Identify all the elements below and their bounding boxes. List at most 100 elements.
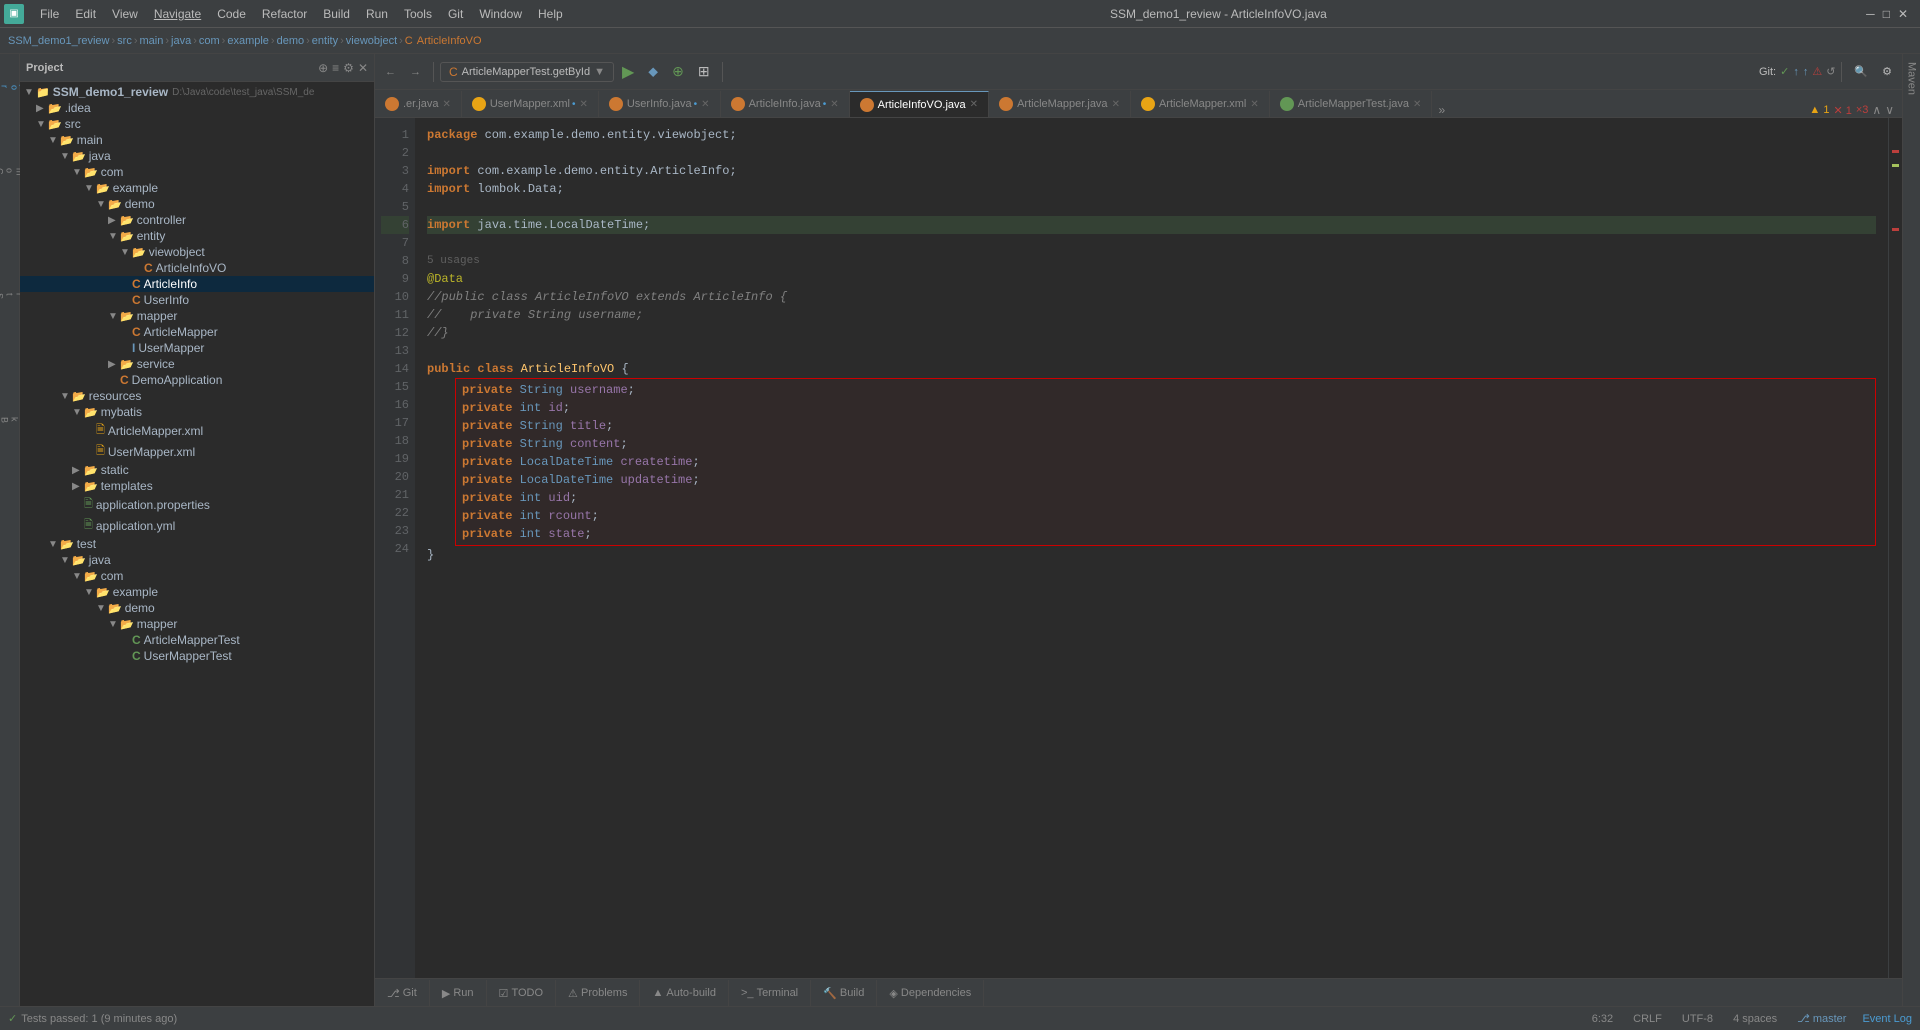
tree-demo[interactable]: ▼ 📂 demo: [20, 196, 374, 212]
coverage-button[interactable]: ⊕: [666, 60, 690, 83]
tab-close-articleinfo[interactable]: ✕: [830, 99, 838, 110]
git-warn-icon[interactable]: ⚠: [1812, 65, 1822, 78]
btab-terminal[interactable]: >_ Terminal: [729, 980, 811, 1006]
tab-close-articlemapper-java[interactable]: ✕: [1112, 99, 1120, 110]
tree-demo-application[interactable]: C DemoApplication: [20, 372, 374, 388]
menu-help[interactable]: Help: [530, 5, 571, 23]
statusbar-indent[interactable]: 4 spaces: [1729, 1013, 1781, 1025]
project-icon[interactable]: Proj: [1, 58, 19, 118]
tree-user-mapper-xml[interactable]: 🗎 UserMapper.xml: [20, 441, 374, 462]
profile-button[interactable]: ⊞: [692, 60, 716, 83]
tree-controller[interactable]: ▶ 📂 controller: [20, 212, 374, 228]
commit-icon[interactable]: Com: [1, 142, 19, 202]
tree-mapper[interactable]: ▼ 📂 mapper: [20, 308, 374, 324]
tab-usermapper-xml[interactable]: UserMapper.xml • ✕: [462, 91, 599, 117]
tree-java-test[interactable]: ▼ 📂 java: [20, 552, 374, 568]
tree-static[interactable]: ▶ 📂 static: [20, 462, 374, 478]
tab-close-articlemapper-xml[interactable]: ✕: [1250, 99, 1258, 110]
btab-auto-build[interactable]: ▲ Auto-build: [640, 980, 729, 1006]
git-up-icon[interactable]: ↑: [1793, 66, 1799, 78]
warnings-collapse[interactable]: ∨: [1885, 103, 1894, 117]
menu-file[interactable]: File: [32, 5, 67, 23]
tree-resources[interactable]: ▼ 📂 resources: [20, 388, 374, 404]
breadcrumb-entity[interactable]: entity: [312, 35, 338, 47]
breadcrumb-example[interactable]: example: [227, 35, 269, 47]
tab-articlemappertest-java[interactable]: ArticleMapperTest.java ✕: [1270, 91, 1433, 117]
warnings-expand[interactable]: ∧: [1872, 103, 1881, 117]
menu-run[interactable]: Run: [358, 5, 396, 23]
tree-service[interactable]: ▶ 📂 service: [20, 356, 374, 372]
git-undo-icon[interactable]: ↺: [1826, 65, 1835, 78]
statusbar-position[interactable]: 6:32: [1588, 1013, 1617, 1025]
menu-code[interactable]: Code: [209, 5, 254, 23]
breadcrumb-main[interactable]: main: [140, 35, 164, 47]
tree-main[interactable]: ▼ 📂 main: [20, 132, 374, 148]
minimize-button[interactable]: ─: [1866, 7, 1875, 21]
btab-problems[interactable]: ⚠ Problems: [556, 980, 640, 1006]
back-button[interactable]: ←: [379, 63, 402, 81]
btab-run[interactable]: ▶ Run: [430, 980, 487, 1006]
breadcrumb-java[interactable]: java: [171, 35, 191, 47]
tree-viewobject[interactable]: ▼ 📂 viewobject: [20, 244, 374, 260]
menu-build[interactable]: Build: [315, 5, 358, 23]
breadcrumb-viewobject[interactable]: viewobject: [346, 35, 397, 47]
forward-button[interactable]: →: [404, 63, 427, 81]
tree-article-mapper[interactable]: C ArticleMapper: [20, 324, 374, 340]
tab-articleinfovo-java[interactable]: ArticleInfoVO.java ✕: [850, 91, 989, 117]
tab-er-java[interactable]: .er.java ✕: [375, 91, 462, 117]
breadcrumb-demo[interactable]: demo: [277, 35, 305, 47]
settings-button[interactable]: ⚙: [1876, 62, 1898, 81]
tab-articleinfo-java[interactable]: ArticleInfo.java • ✕: [721, 91, 850, 117]
git-push-icon[interactable]: ↑: [1803, 66, 1809, 78]
btab-git[interactable]: ⎇ Git: [375, 980, 430, 1006]
run-button[interactable]: ▶: [616, 59, 640, 85]
breadcrumb-src[interactable]: src: [117, 35, 132, 47]
git-check-icon[interactable]: ✓: [1780, 65, 1789, 78]
menu-window[interactable]: Window: [471, 5, 530, 23]
menu-refactor[interactable]: Refactor: [254, 5, 315, 23]
tree-user-mapper[interactable]: I UserMapper: [20, 340, 374, 356]
maven-panel[interactable]: Maven: [1902, 54, 1920, 1006]
tree-user-mapper-test[interactable]: C UserMapperTest: [20, 648, 374, 664]
project-collapse-icon[interactable]: ≡: [332, 61, 339, 75]
tree-article-info-vo[interactable]: C ArticleInfoVO: [20, 260, 374, 276]
tree-java[interactable]: ▼ 📂 java: [20, 148, 374, 164]
tree-article-mapper-xml[interactable]: 🗎 ArticleMapper.xml: [20, 420, 374, 441]
breadcrumb-project[interactable]: SSM_demo1_review: [8, 35, 110, 47]
menu-edit[interactable]: Edit: [67, 5, 104, 23]
tree-application-yml[interactable]: 🗎 application.yml: [20, 515, 374, 536]
tree-src[interactable]: ▼ 📂 src: [20, 116, 374, 132]
statusbar-event-log[interactable]: Event Log: [1862, 1013, 1912, 1025]
search-button[interactable]: 🔍: [1848, 62, 1874, 81]
tree-entity[interactable]: ▼ 📂 entity: [20, 228, 374, 244]
menu-git[interactable]: Git: [440, 5, 471, 23]
tree-demo-test[interactable]: ▼ 📂 demo: [20, 600, 374, 616]
tab-close-userinfo[interactable]: ✕: [701, 99, 709, 110]
tree-example[interactable]: ▼ 📂 example: [20, 180, 374, 196]
close-button[interactable]: ✕: [1898, 7, 1908, 21]
tree-templates[interactable]: ▶ 📂 templates: [20, 478, 374, 494]
breadcrumb-com[interactable]: com: [199, 35, 220, 47]
tree-mybatis[interactable]: ▼ 📂 mybatis: [20, 404, 374, 420]
code-content[interactable]: package com.example.demo.entity.viewobje…: [415, 118, 1888, 978]
tree-user-info[interactable]: C UserInfo: [20, 292, 374, 308]
menu-tools[interactable]: Tools: [396, 5, 440, 23]
tree-idea[interactable]: ▶ 📂 .idea: [20, 100, 374, 116]
statusbar-line-ending[interactable]: CRLF: [1629, 1013, 1666, 1025]
tabs-overflow-button[interactable]: »: [1432, 103, 1451, 117]
tab-close-articlemappertest[interactable]: ✕: [1413, 99, 1421, 110]
tree-com[interactable]: ▼ 📂 com: [20, 164, 374, 180]
tree-com-test[interactable]: ▼ 📂 com: [20, 568, 374, 584]
project-sync-icon[interactable]: ⊕: [318, 61, 328, 75]
debug-button[interactable]: ⬥: [642, 60, 664, 83]
btab-todo[interactable]: ☑ TODO: [487, 980, 557, 1006]
btab-dependencies[interactable]: ◈ Dependencies: [877, 980, 984, 1006]
btab-build[interactable]: 🔨 Build: [811, 980, 877, 1006]
tab-close-articleinfovo[interactable]: ✕: [970, 99, 978, 110]
bookmarks-icon[interactable]: Bk: [1, 390, 19, 450]
tree-example-test[interactable]: ▼ 📂 example: [20, 584, 374, 600]
statusbar-encoding[interactable]: UTF-8: [1678, 1013, 1717, 1025]
menu-navigate[interactable]: Navigate: [146, 5, 209, 23]
tab-articlemapper-java[interactable]: ArticleMapper.java ✕: [989, 91, 1131, 117]
tree-article-mapper-test[interactable]: C ArticleMapperTest: [20, 632, 374, 648]
